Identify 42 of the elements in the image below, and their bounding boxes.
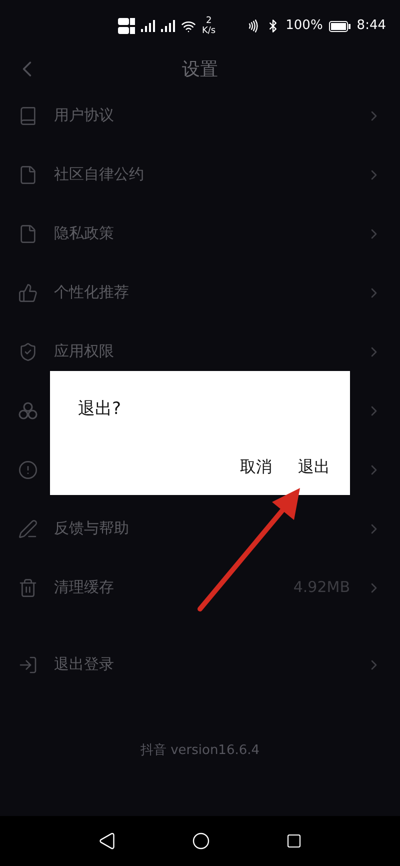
trash-icon	[18, 578, 38, 598]
row-label: 用户协议	[54, 105, 114, 126]
row-label: 反馈与帮助	[54, 518, 129, 540]
row-label: 退出登录	[54, 654, 114, 676]
settings-row[interactable]: 社区自律公约	[0, 145, 400, 204]
home-nav-icon[interactable]	[192, 832, 210, 850]
logout-icon	[18, 654, 38, 674]
settings-row[interactable]: 反馈与帮助	[0, 499, 400, 558]
wifi-icon	[181, 18, 196, 34]
signal-icon	[141, 20, 155, 32]
three-circles-icon	[18, 400, 38, 420]
shield-icon	[18, 342, 38, 362]
hd-sim-icon	[118, 17, 135, 35]
document-icon	[18, 164, 38, 184]
recents-nav-icon[interactable]	[286, 833, 302, 849]
settings-row[interactable]: 应用权限	[0, 322, 400, 381]
row-label: 应用权限	[54, 341, 114, 362]
logout-row[interactable]: 退出登录	[0, 635, 400, 694]
row-label: 社区自律公约	[54, 164, 144, 186]
version-text: 抖音 version16.6.4	[140, 742, 260, 760]
battery-percent: 100%	[286, 17, 323, 36]
book-icon	[18, 106, 38, 126]
battery-icon	[328, 20, 351, 32]
thumbs-up-icon	[18, 282, 38, 302]
row-label: 隐私政策	[54, 223, 114, 244]
confirm-exit-button[interactable]: 退出	[294, 455, 334, 479]
network-speed-value: 2	[206, 16, 212, 26]
cancel-button[interactable]: 取消	[236, 455, 276, 479]
back-nav-icon[interactable]	[98, 832, 116, 850]
settings-row[interactable]: 用户协议	[0, 86, 400, 145]
clock-time: 8:44	[356, 17, 386, 36]
dialog-title: 退出?	[78, 398, 122, 421]
network-speed-unit: K/s	[202, 26, 216, 36]
document-icon	[18, 224, 38, 244]
row-label: 个性化推荐	[54, 282, 129, 304]
pen-icon	[18, 518, 38, 538]
settings-row[interactable]: 隐私政策	[0, 204, 400, 263]
page-title: 设置	[182, 58, 218, 82]
signal-icon	[161, 20, 175, 32]
settings-row[interactable]: 个性化推荐	[0, 263, 400, 322]
alert-icon	[18, 460, 38, 480]
row-label: 清理缓存	[54, 577, 114, 598]
